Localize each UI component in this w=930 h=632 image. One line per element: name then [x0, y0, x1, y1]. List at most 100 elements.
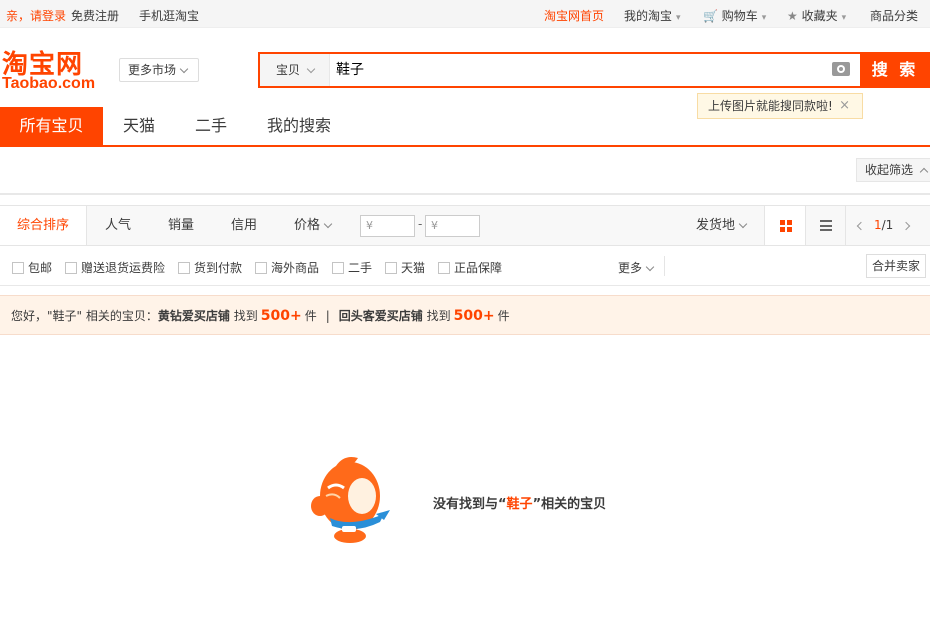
checkbox-label: 海外商品 — [271, 261, 320, 275]
search-scope-select[interactable]: 宝贝 — [260, 54, 330, 86]
search-input[interactable]: 鞋子 — [336, 54, 364, 86]
price-max-input[interactable]: ¥ — [425, 215, 480, 237]
search-button[interactable]: 搜 索 — [860, 52, 930, 88]
next-page-icon[interactable] — [902, 221, 911, 231]
notice-unit: 件 — [304, 309, 317, 323]
filter-cod[interactable]: 货到付款 — [178, 259, 242, 276]
cart-icon: 🛒 — [703, 9, 718, 23]
notice-prefix: 您好，"鞋子" 相关的宝贝： — [11, 309, 158, 323]
price-min-input[interactable]: ¥ — [360, 215, 415, 237]
notice-count: 500+ — [260, 308, 302, 324]
list-icon — [820, 220, 832, 231]
checkbox[interactable] — [12, 262, 24, 274]
notice-found-label: 找到 — [233, 309, 258, 323]
quick-filters: 包邮 赠送退货运费险 货到付款 海外商品 二手 天猫 正品保障 更多 — [0, 246, 930, 286]
register-link[interactable]: 免费注册 — [71, 7, 119, 24]
notice-found-label: 找到 — [426, 309, 451, 323]
tab-secondhand[interactable]: 二手 — [195, 107, 227, 145]
divider — [0, 193, 930, 195]
chevron-down-icon — [323, 219, 333, 229]
sort-default[interactable]: 综合排序 — [0, 206, 87, 245]
notice-count: 500+ — [453, 308, 495, 324]
filter-overseas[interactable]: 海外商品 — [255, 259, 319, 276]
collapse-filter-button[interactable]: 收起筛选 — [856, 158, 930, 182]
chevron-down-icon — [179, 64, 189, 74]
sort-bar: 综合排序 人气 销量 信用 价格 ¥ - ¥ 发货地 1/1 — [0, 205, 930, 246]
more-filters-button[interactable]: 更多 — [618, 259, 655, 276]
caret-down-icon: ▾ — [676, 13, 681, 23]
tab-my-search[interactable]: 我的搜索 — [267, 107, 331, 145]
checkbox-label: 包邮 — [28, 261, 53, 275]
cart-menu[interactable]: 🛒 购物车 ▾ — [703, 7, 766, 24]
chevron-down-icon — [645, 262, 655, 272]
checkbox[interactable] — [332, 262, 344, 274]
notice-shop1-link[interactable]: 黄钻爱买店铺 — [158, 309, 230, 323]
my-taobao-label: 我的淘宝 — [624, 9, 673, 23]
site-topbar: 亲，请登录 免费注册 手机逛淘宝 淘宝网首页 我的淘宝 ▾ 🛒 购物车 ▾ ★ 收藏… — [0, 0, 930, 28]
checkbox-label: 正品保障 — [454, 261, 503, 275]
filter-free-shipping[interactable]: 包邮 — [12, 259, 52, 276]
checkbox-label: 货到付款 — [194, 261, 243, 275]
cart-label: 购物车 — [721, 9, 758, 23]
star-icon: ★ — [787, 9, 798, 23]
prev-page-icon[interactable] — [856, 221, 866, 231]
categories-link[interactable]: 商品分类 — [870, 7, 918, 24]
price-range-dash: - — [418, 217, 423, 231]
sort-credit[interactable]: 信用 — [231, 206, 257, 245]
current-page: 1 — [874, 218, 882, 232]
checkbox[interactable] — [65, 262, 77, 274]
sort-price-label: 价格 — [294, 218, 321, 233]
notice-separator: | — [325, 309, 330, 323]
sort-popularity[interactable]: 人气 — [105, 206, 131, 245]
checkbox-label: 赠送退货运费险 — [81, 261, 166, 275]
home-link[interactable]: 淘宝网首页 — [544, 7, 604, 24]
favorites-menu[interactable]: ★ 收藏夹 ▾ — [787, 7, 846, 24]
chevron-down-icon — [306, 64, 316, 74]
search-box: 宝贝 鞋子 — [258, 52, 930, 88]
more-markets-button[interactable]: 更多市场 — [119, 58, 199, 82]
checkbox-label: 二手 — [348, 261, 373, 275]
filter-return-insurance[interactable]: 赠送退货运费险 — [65, 259, 165, 276]
empty-keyword: 鞋子 — [506, 497, 533, 512]
search-tabs: 所有宝贝 天猫 二手 我的搜索 — [0, 107, 930, 147]
more-markets-label: 更多市场 — [128, 63, 177, 77]
notice-unit: 件 — [497, 309, 510, 323]
checkbox[interactable] — [255, 262, 267, 274]
mascot-image — [311, 457, 390, 543]
notice-shop2-link[interactable]: 回头客爱买店铺 — [339, 309, 423, 323]
my-taobao-menu[interactable]: 我的淘宝 ▾ — [624, 7, 681, 24]
ship-from-select[interactable]: 发货地 — [696, 206, 748, 245]
grid-view-button[interactable] — [764, 206, 806, 245]
mobile-taobao-link[interactable]: 手机逛淘宝 — [139, 7, 199, 24]
mini-pager: 1/1 — [856, 206, 911, 245]
filter-genuine[interactable]: 正品保障 — [438, 259, 502, 276]
logo-en: Taobao.com — [2, 75, 96, 92]
filter-tmall[interactable]: 天猫 — [385, 259, 425, 276]
chevron-down-icon — [738, 219, 748, 229]
search-notice: 您好，"鞋子" 相关的宝贝：黄钻爱买店铺 找到 500+ 件 | 回头客爱买店铺 找到 5… — [0, 295, 930, 335]
sort-sales[interactable]: 销量 — [168, 206, 194, 245]
checkbox[interactable] — [178, 262, 190, 274]
checkbox[interactable] — [438, 262, 450, 274]
list-view-button[interactable] — [806, 206, 846, 245]
checkbox[interactable] — [385, 262, 397, 274]
favorites-label: 收藏夹 — [801, 9, 838, 23]
empty-prefix: 没有找到与“ — [433, 497, 507, 512]
sort-price[interactable]: 价格 — [294, 206, 333, 245]
caret-down-icon: ▾ — [761, 13, 767, 23]
grid-icon — [780, 220, 792, 232]
taobao-logo[interactable]: 淘宝网 Taobao.com — [0, 44, 110, 94]
divider — [664, 256, 665, 276]
more-label: 更多 — [618, 261, 643, 275]
empty-result-message: 没有找到与“鞋子”相关的宝贝 — [433, 493, 606, 512]
filter-secondhand[interactable]: 二手 — [332, 259, 372, 276]
tab-tmall[interactable]: 天猫 — [123, 107, 155, 145]
empty-suffix: ”相关的宝贝 — [532, 497, 607, 512]
total-pages: /1 — [881, 218, 894, 232]
merge-sellers-button[interactable]: 合并卖家 — [866, 254, 926, 278]
login-link[interactable]: 亲，请登录 — [6, 7, 66, 24]
search-scope-label: 宝贝 — [276, 63, 301, 77]
checkbox-label: 天猫 — [401, 261, 426, 275]
tab-all-items[interactable]: 所有宝贝 — [0, 107, 103, 145]
camera-icon[interactable] — [832, 62, 850, 76]
